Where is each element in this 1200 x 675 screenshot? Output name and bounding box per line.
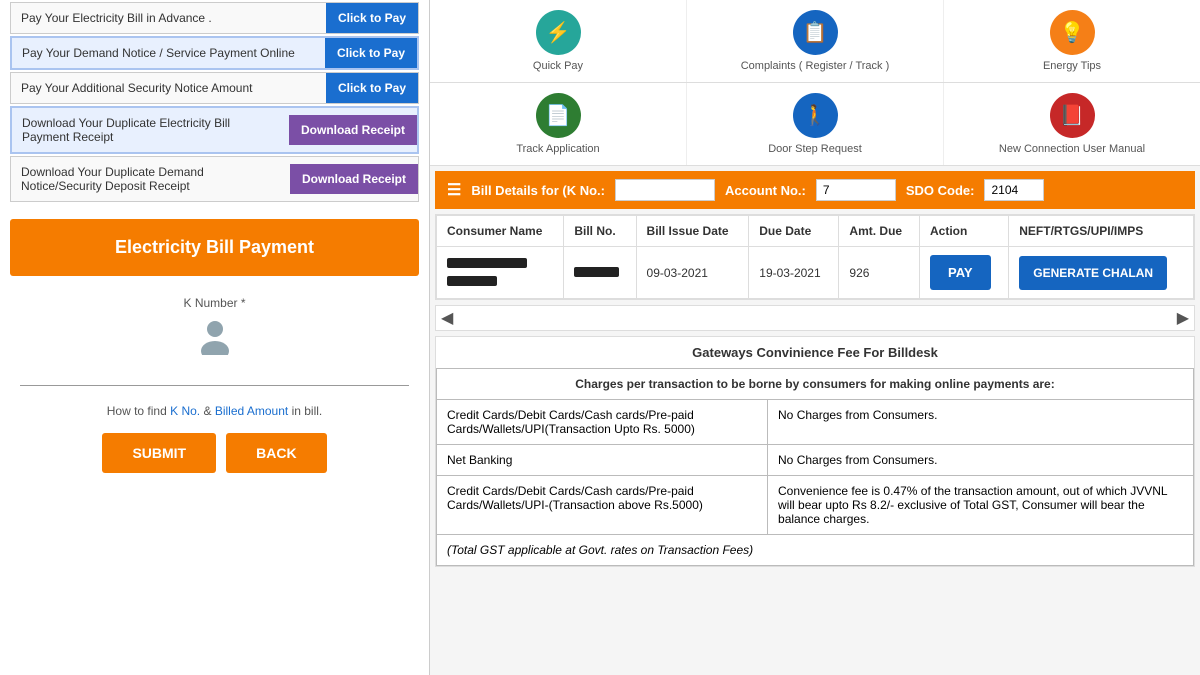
sidebar-item-newconnection[interactable]: 📕 New Connection User Manual bbox=[944, 83, 1200, 165]
menu-btn-dupDemand[interactable]: Download Receipt bbox=[290, 164, 418, 194]
k-number-input[interactable] bbox=[20, 360, 409, 386]
gateway-cell-col1: Credit Cards/Debit Cards/Cash cards/Pre-… bbox=[437, 476, 768, 535]
menu-item-text-advance: Pay Your Electricity Bill in Advance . bbox=[11, 3, 326, 33]
energytips-label: Energy Tips bbox=[949, 60, 1195, 72]
bill-header-label: Bill Details for (K No.: bbox=[471, 183, 605, 198]
scroll-right-icon[interactable]: ▶ bbox=[1177, 308, 1189, 328]
menu-item-text-dupDemand: Download Your Duplicate Demand Notice/Se… bbox=[11, 157, 290, 201]
cell-issue-date: 09-03-2021 bbox=[636, 247, 749, 299]
bill-details-header: ☰ Bill Details for (K No.: Account No.: … bbox=[435, 171, 1195, 209]
back-button[interactable]: BACK bbox=[226, 433, 326, 473]
gateway-cell-col2: No Charges from Consumers. bbox=[768, 400, 1194, 445]
col-action: Action bbox=[920, 216, 1009, 247]
gateway-cell-col2: No Charges from Consumers. bbox=[768, 445, 1194, 476]
col-bill-issue-date: Bill Issue Date bbox=[636, 216, 749, 247]
k-no-display[interactable] bbox=[615, 179, 715, 201]
gateway-row: Credit Cards/Debit Cards/Cash cards/Pre-… bbox=[437, 476, 1194, 535]
k-number-section: K Number * How to find K No. & Billed Am… bbox=[0, 286, 429, 498]
col-bill-no: Bill No. bbox=[564, 216, 636, 247]
menu-btn-dupElectricity[interactable]: Download Receipt bbox=[289, 115, 417, 145]
col-neft: NEFT/RTGS/UPI/IMPS bbox=[1009, 216, 1194, 247]
menu-item-text-dupElectricity: Download Your Duplicate Electricity Bill… bbox=[12, 108, 289, 152]
k-number-label: K Number * bbox=[20, 296, 409, 310]
cell-neft: GENERATE CHALAN bbox=[1009, 247, 1194, 299]
bill-scroll-row: ◀ ▶ bbox=[435, 305, 1195, 331]
bottom-service-icons-row: 📄 Track Application 🚶 Door Step Request … bbox=[430, 83, 1200, 166]
bill-table: Consumer Name Bill No. Bill Issue Date D… bbox=[436, 215, 1194, 299]
menu-item-text-demand: Pay Your Demand Notice / Service Payment… bbox=[12, 38, 325, 68]
gateway-row: Net BankingNo Charges from Consumers. bbox=[437, 445, 1194, 476]
menu-btn-demand[interactable]: Click to Pay bbox=[325, 38, 417, 68]
gateway-section: Gateways Convinience Fee For Billdesk Ch… bbox=[435, 336, 1195, 567]
newconnection-label: New Connection User Manual bbox=[949, 143, 1195, 155]
help-text: How to find K No. & Billed Amount in bil… bbox=[20, 404, 409, 418]
right-panel: ⚡ Quick Pay 📋 Complaints ( Register / Tr… bbox=[430, 0, 1200, 675]
gateway-table: Charges per transaction to be borne by c… bbox=[436, 368, 1194, 566]
pay-button[interactable]: PAY bbox=[930, 255, 991, 290]
left-panel: Pay Your Electricity Bill in Advance .Cl… bbox=[0, 0, 430, 675]
cell-amt-due: 926 bbox=[839, 247, 920, 299]
electricity-bill-payment-button[interactable]: Electricity Bill Payment bbox=[10, 219, 419, 276]
quickpay-label: Quick Pay bbox=[435, 60, 681, 72]
gateway-cell-col2: Convenience fee is 0.47% of the transact… bbox=[768, 476, 1194, 535]
col-due-date: Due Date bbox=[749, 216, 839, 247]
trackapplication-icon: 📄 bbox=[536, 93, 581, 138]
gateway-row: (Total GST applicable at Govt. rates on … bbox=[437, 535, 1194, 566]
cell-due-date: 19-03-2021 bbox=[749, 247, 839, 299]
menu-btn-security[interactable]: Click to Pay bbox=[326, 73, 418, 103]
doorstep-label: Door Step Request bbox=[692, 143, 938, 155]
user-avatar-icon bbox=[195, 315, 235, 355]
sidebar-item-energytips[interactable]: 💡 Energy Tips bbox=[944, 0, 1200, 82]
gateway-cell-col1: Credit Cards/Debit Cards/Cash cards/Pre-… bbox=[437, 400, 768, 445]
cell-action: PAY bbox=[920, 247, 1009, 299]
complaints-label: Complaints ( Register / Track ) bbox=[692, 60, 938, 72]
quickpay-icon: ⚡ bbox=[536, 10, 581, 55]
menu-item-text-security: Pay Your Additional Security Notice Amou… bbox=[11, 73, 326, 103]
submit-button[interactable]: SUBMIT bbox=[102, 433, 216, 473]
energytips-icon: 💡 bbox=[1050, 10, 1095, 55]
cell-bill-no bbox=[564, 247, 636, 299]
bill-icon: ☰ bbox=[447, 180, 461, 200]
table-row: 09-03-2021 19-03-2021 926 PAY GENERATE C… bbox=[437, 247, 1194, 299]
gateway-cell-col1: Net Banking bbox=[437, 445, 768, 476]
menu-btn-advance[interactable]: Click to Pay bbox=[326, 3, 418, 33]
gateway-title: Gateways Convinience Fee For Billdesk bbox=[436, 337, 1194, 368]
top-service-icons-row: ⚡ Quick Pay 📋 Complaints ( Register / Tr… bbox=[430, 0, 1200, 83]
col-consumer-name: Consumer Name bbox=[437, 216, 564, 247]
action-buttons: SUBMIT BACK bbox=[20, 433, 409, 473]
complaints-icon: 📋 bbox=[793, 10, 838, 55]
menu-item-advance: Pay Your Electricity Bill in Advance .Cl… bbox=[10, 2, 419, 34]
menu-item-dupElectricity: Download Your Duplicate Electricity Bill… bbox=[10, 106, 419, 154]
account-label: Account No.: bbox=[725, 183, 806, 198]
sidebar-item-complaints[interactable]: 📋 Complaints ( Register / Track ) bbox=[687, 0, 944, 82]
sdo-code-display[interactable] bbox=[984, 179, 1044, 201]
menu-item-dupDemand: Download Your Duplicate Demand Notice/Se… bbox=[10, 156, 419, 202]
billed-amount-link[interactable]: Billed Amount bbox=[215, 404, 288, 418]
col-amt-due: Amt. Due bbox=[839, 216, 920, 247]
bill-table-wrapper: Consumer Name Bill No. Bill Issue Date D… bbox=[435, 214, 1195, 300]
menu-item-security: Pay Your Additional Security Notice Amou… bbox=[10, 72, 419, 104]
doorstep-icon: 🚶 bbox=[793, 93, 838, 138]
gateway-cell-full: (Total GST applicable at Govt. rates on … bbox=[437, 535, 1194, 566]
sdo-label: SDO Code: bbox=[906, 183, 975, 198]
sidebar-item-doorstep[interactable]: 🚶 Door Step Request bbox=[687, 83, 944, 165]
newconnection-icon: 📕 bbox=[1050, 93, 1095, 138]
gateway-header: Charges per transaction to be borne by c… bbox=[437, 369, 1194, 400]
trackapplication-label: Track Application bbox=[435, 143, 681, 155]
sidebar-item-trackapplication[interactable]: 📄 Track Application bbox=[430, 83, 687, 165]
account-no-display[interactable] bbox=[816, 179, 896, 201]
gateway-row: Credit Cards/Debit Cards/Cash cards/Pre-… bbox=[437, 400, 1194, 445]
scroll-left-icon[interactable]: ◀ bbox=[441, 308, 453, 328]
cell-consumer-name bbox=[437, 247, 564, 299]
generate-chalan-button[interactable]: GENERATE CHALAN bbox=[1019, 256, 1167, 290]
menu-item-demand: Pay Your Demand Notice / Service Payment… bbox=[10, 36, 419, 70]
sidebar-item-quickpay[interactable]: ⚡ Quick Pay bbox=[430, 0, 687, 82]
k-no-link[interactable]: K No. bbox=[170, 404, 200, 418]
